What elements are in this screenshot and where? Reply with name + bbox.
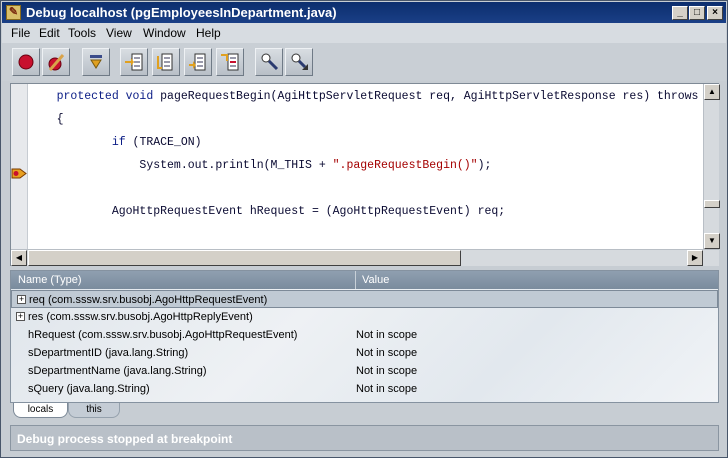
variable-name: req (com.sssw.srv.busobj.AgoHttpRequestE… xyxy=(29,294,268,306)
scroll-right-button[interactable]: ▶ xyxy=(687,250,703,266)
code-line: { xyxy=(29,108,703,131)
variable-name: sQuery (java.lang.String) xyxy=(28,383,150,395)
arrow-right-icon: ▶ xyxy=(691,253,699,262)
column-divider[interactable] xyxy=(355,271,356,289)
vertical-scrollbar[interactable]: ▲ ▼ xyxy=(703,84,720,249)
arrow-down-icon: ▼ xyxy=(708,236,716,245)
code-editor[interactable]: protected void pageRequestBegin(AgiHttpS… xyxy=(10,83,720,266)
variable-row[interactable]: + res (com.sssw.srv.busobj.AgoHttpReplyEv… xyxy=(11,308,718,326)
variables-panel: Name (Type) Value + req (com.sssw.srv.bus… xyxy=(10,270,719,403)
evaluate-button[interactable] xyxy=(285,48,313,76)
scroll-up-button[interactable]: ▲ xyxy=(704,84,720,100)
variable-value: Not in scope xyxy=(356,347,418,359)
run-to-cursor-icon xyxy=(221,53,239,71)
menu-window[interactable]: Window xyxy=(143,26,186,40)
variable-row[interactable]: sDepartmentID (java.lang.String) Not in s… xyxy=(11,344,718,362)
code-token: AgoHttpRequestEvent hRequest = (AgoHttpR… xyxy=(29,205,506,218)
code-area[interactable]: protected void pageRequestBegin(AgiHttpS… xyxy=(29,84,703,249)
variables-header: Name (Type) Value xyxy=(11,271,718,289)
variable-row[interactable]: sQuery (java.lang.String) Not in scope xyxy=(11,380,718,398)
horizontal-scroll-thumb[interactable] xyxy=(28,250,461,266)
code-line: if (TRACE_ON) xyxy=(29,131,703,154)
code-line: protected void pageRequestBegin(AgiHttpS… xyxy=(29,85,703,108)
minimize-button[interactable]: _ xyxy=(672,6,688,20)
variable-row[interactable]: + req (com.sssw.srv.busobj.AgoHttpRequest… xyxy=(11,290,718,308)
step-into-button[interactable] xyxy=(120,48,148,76)
run-icon xyxy=(90,55,102,69)
run-to-cursor-button[interactable] xyxy=(216,48,244,76)
maximize-button[interactable]: □ xyxy=(689,6,705,20)
editor-gutter[interactable] xyxy=(11,84,28,249)
arrow-up-icon: ▲ xyxy=(708,87,716,96)
watch-button[interactable] xyxy=(255,48,283,76)
evaluate-icon xyxy=(291,53,308,70)
status-bar: Debug process stopped at breakpoint xyxy=(10,425,719,451)
code-token: ".pageRequestBegin()" xyxy=(332,159,478,172)
close-button[interactable]: × xyxy=(707,6,723,20)
step-into-icon xyxy=(125,53,143,71)
step-out-icon xyxy=(189,53,206,71)
menu-tools[interactable]: Tools xyxy=(68,26,96,40)
breakpoint-arrow-icon xyxy=(11,168,27,179)
code-token: protected void xyxy=(56,90,154,103)
code-line: AgoHttpRequestEvent hRequest = (AgoHttpR… xyxy=(29,200,703,223)
step-over-button[interactable] xyxy=(152,48,180,76)
status-text: Debug process stopped at breakpoint xyxy=(17,432,233,446)
step-out-button[interactable] xyxy=(184,48,212,76)
watch-icon xyxy=(261,53,279,71)
expand-icon[interactable]: + xyxy=(17,295,26,304)
toolbar xyxy=(2,43,726,81)
menu-bar: File Edit Tools View Window Help xyxy=(2,23,726,43)
tab-this[interactable]: this xyxy=(68,403,120,418)
variable-row[interactable]: hRequest (com.sssw.srv.busobj.AgoHttpReq… xyxy=(11,326,718,344)
arrow-left-icon: ◀ xyxy=(15,253,23,262)
code-token: ); xyxy=(477,159,492,172)
vertical-scroll-thumb[interactable] xyxy=(704,200,720,208)
menu-file[interactable]: File xyxy=(11,26,30,40)
code-token: if xyxy=(111,136,126,149)
variable-name: sDepartmentName (java.lang.String) xyxy=(28,365,207,377)
variable-value: Not in scope xyxy=(356,365,418,377)
clear-breakpoints-icon xyxy=(48,54,65,71)
expand-icon[interactable]: + xyxy=(16,312,25,321)
variable-name: sDepartmentID (java.lang.String) xyxy=(28,347,189,359)
clear-breakpoints-button[interactable] xyxy=(42,48,70,76)
code-token: System.out.println(M_THIS + xyxy=(29,159,333,172)
debug-window: ✎ Debug localhost (pgEmployeesInDepartme… xyxy=(0,0,728,458)
panel-tabs: locals this xyxy=(10,403,719,419)
column-value[interactable]: Value xyxy=(362,274,389,286)
step-over-icon xyxy=(157,53,173,71)
code-token: (TRACE_ON) xyxy=(125,136,202,149)
close-icon: × xyxy=(712,7,718,18)
title-bar[interactable]: ✎ Debug localhost (pgEmployeesInDepartme… xyxy=(2,2,726,23)
variable-row[interactable]: sDepartmentName (java.lang.String) Not in… xyxy=(11,362,718,380)
menu-edit[interactable]: Edit xyxy=(39,26,60,40)
maximize-icon: □ xyxy=(693,7,701,18)
variable-name: hRequest (com.sssw.srv.busobj.AgoHttpReq… xyxy=(28,329,298,341)
window-title: Debug localhost (pgEmployeesInDepartment… xyxy=(26,5,337,20)
menu-view[interactable]: View xyxy=(106,26,132,40)
variable-value: Not in scope xyxy=(356,329,418,341)
tab-locals[interactable]: locals xyxy=(13,403,68,418)
stop-icon xyxy=(18,54,34,70)
code-line: System.out.println(M_THIS + ".pageReques… xyxy=(29,154,703,177)
code-token: { xyxy=(29,113,64,126)
column-name-type[interactable]: Name (Type) xyxy=(18,274,82,286)
run-button[interactable] xyxy=(82,48,110,76)
minimize-icon: _ xyxy=(677,7,683,18)
stop-button[interactable] xyxy=(12,48,40,76)
menu-help[interactable]: Help xyxy=(196,26,221,40)
variable-name: res (com.sssw.srv.busobj.AgoHttpReplyEve… xyxy=(28,311,253,323)
app-icon: ✎ xyxy=(6,5,21,20)
scroll-left-button[interactable]: ◀ xyxy=(11,250,27,266)
scroll-down-button[interactable]: ▼ xyxy=(704,233,720,249)
variable-value: Not in scope xyxy=(356,383,418,395)
horizontal-scrollbar[interactable]: ◀ ▶ xyxy=(11,249,719,266)
code-token: pageRequestBegin(AgiHttpServletRequest r… xyxy=(153,90,699,103)
